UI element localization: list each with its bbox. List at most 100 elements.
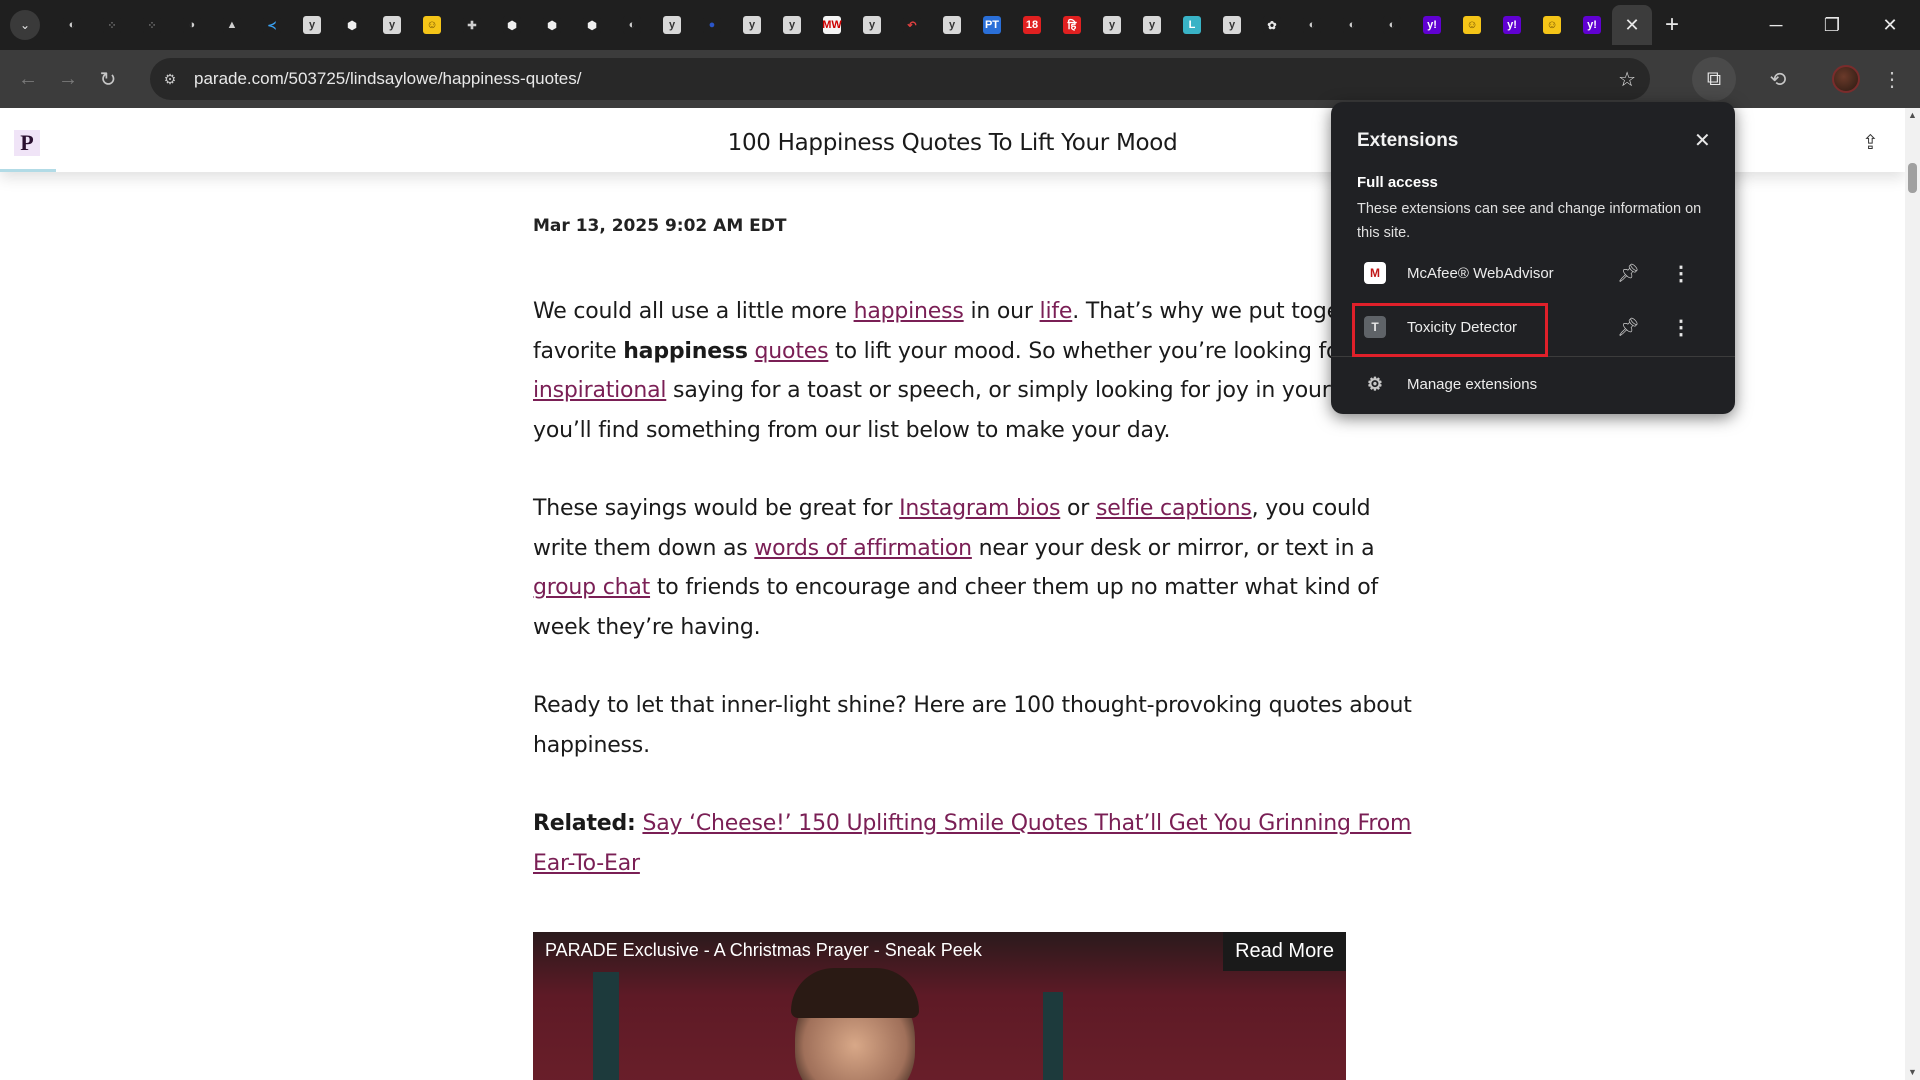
scroll-down-icon[interactable]: ▼ bbox=[1905, 1065, 1920, 1080]
manage-extensions-label[interactable]: Manage extensions bbox=[1407, 376, 1537, 393]
text: Ready to let that inner-light shine? Her… bbox=[533, 693, 1412, 718]
reload-button[interactable]: ↻ bbox=[88, 59, 128, 99]
back-button[interactable]: ← bbox=[8, 59, 48, 99]
video-player[interactable]: PARADE Exclusive - A Christmas Prayer - … bbox=[533, 932, 1346, 1080]
tab-y-tab-7[interactable]: y bbox=[932, 5, 972, 45]
tab-y-tab-8[interactable]: y bbox=[1092, 5, 1132, 45]
tab-dots-tab-2[interactable]: ⁘ bbox=[132, 5, 172, 45]
tab-pt-tab[interactable]: PT bbox=[972, 5, 1012, 45]
tab-y-tab-2[interactable]: y bbox=[372, 5, 412, 45]
tab-mw-tab[interactable]: MW bbox=[812, 5, 852, 45]
tab-18-tab[interactable]: 18 bbox=[1012, 5, 1052, 45]
forward-button[interactable]: → bbox=[48, 59, 88, 99]
tab-reply-tab[interactable]: ↶ bbox=[892, 5, 932, 45]
address-bar[interactable]: ⚙ parade.com/503725/lindsaylowe/happines… bbox=[150, 58, 1650, 100]
tab-cube-tab-3[interactable]: ⬢ bbox=[532, 5, 572, 45]
chevron-down-icon: ⌄ bbox=[19, 18, 31, 32]
inspirational-link[interactable]: inspirational bbox=[533, 378, 666, 403]
extension-row-mcafee[interactable]: M McAfee® WebAdvisor 📌︎ ⋮ bbox=[1331, 249, 1735, 297]
tab-dots-tab[interactable]: ⁘ bbox=[92, 5, 132, 45]
minimize-button[interactable]: ─ bbox=[1748, 0, 1804, 50]
tab-y-tab-6[interactable]: y bbox=[852, 5, 892, 45]
bookmark-star-icon[interactable]: ☆ bbox=[1618, 67, 1636, 92]
tab-vscode-tab[interactable]: ≺ bbox=[252, 5, 292, 45]
selfie-captions-link[interactable]: selfie captions bbox=[1096, 496, 1252, 521]
group-chat-link[interactable]: group chat bbox=[533, 575, 650, 600]
tab-yahoo-tab-3[interactable]: y! bbox=[1572, 5, 1612, 45]
article-paragraph-1: We could all use a little more happiness… bbox=[533, 292, 1405, 450]
tab-globe-tab-6[interactable]: ◐ bbox=[1372, 5, 1412, 45]
new-tab-button[interactable]: + bbox=[1652, 5, 1692, 45]
tab-y-tab-9[interactable]: y bbox=[1132, 5, 1172, 45]
tab-y-tab-10[interactable]: y bbox=[1212, 5, 1252, 45]
tab-hugging-tab-2[interactable]: ☺ bbox=[1452, 5, 1492, 45]
tab-cube-tab[interactable]: ⬢ bbox=[332, 5, 372, 45]
tab-openai-tab[interactable]: ✿ bbox=[1252, 5, 1292, 45]
close-icon[interactable]: ✕ bbox=[1694, 128, 1711, 153]
puzzle-tab-icon: ✚ bbox=[463, 16, 481, 34]
tab-globe-tab[interactable]: ◐ bbox=[52, 5, 92, 45]
url-text[interactable]: parade.com/503725/lindsaylowe/happiness-… bbox=[194, 69, 581, 89]
tab-hugging-tab[interactable]: ☺ bbox=[412, 5, 452, 45]
scroll-up-icon[interactable]: ▲ bbox=[1905, 108, 1920, 123]
video-background bbox=[1043, 992, 1063, 1080]
tab-search-button[interactable]: ⌄ bbox=[10, 10, 40, 40]
read-more-button[interactable]: Read More bbox=[1223, 932, 1346, 971]
window-close-button[interactable]: ✕ bbox=[1862, 0, 1918, 50]
tab-blue-circle-tab[interactable]: ● bbox=[692, 5, 732, 45]
pin-icon[interactable]: 📌︎ bbox=[1617, 317, 1640, 338]
tab-yahoo-tab[interactable]: y! bbox=[1412, 5, 1452, 45]
kebab-menu-icon[interactable]: ⋮ bbox=[1671, 315, 1691, 340]
tab-y-tab-4[interactable]: y bbox=[732, 5, 772, 45]
tab-hi-tab[interactable]: हि bbox=[1052, 5, 1092, 45]
tab-l-tab[interactable]: L bbox=[1172, 5, 1212, 45]
text bbox=[748, 339, 755, 364]
words-of-affirmation-link[interactable]: words of affirmation bbox=[754, 536, 972, 561]
restore-button[interactable]: ❐ bbox=[1804, 0, 1860, 50]
site-info-icon[interactable]: ⚙ bbox=[150, 71, 190, 88]
tab-y-tab-5[interactable]: y bbox=[772, 5, 812, 45]
tab-globe-tab-3[interactable]: ◐ bbox=[612, 5, 652, 45]
history-button[interactable]: ⟲ bbox=[1758, 59, 1798, 99]
instagram-bios-link[interactable]: Instagram bios bbox=[899, 496, 1060, 521]
text: saying for a toast or speech, or simply … bbox=[666, 378, 1383, 403]
tab-globe-tab-4[interactable]: ◐ bbox=[1292, 5, 1332, 45]
pin-icon[interactable]: 📌︎ bbox=[1617, 263, 1640, 284]
extension-name[interactable]: McAfee® WebAdvisor bbox=[1407, 265, 1554, 282]
tab-cube-tab-4[interactable]: ⬢ bbox=[572, 5, 612, 45]
page-scrollbar[interactable]: ▲ ▼ bbox=[1905, 108, 1920, 1080]
quotes-link[interactable]: quotes bbox=[755, 339, 829, 364]
blue-circle-tab-icon: ● bbox=[703, 16, 721, 34]
kebab-menu-icon[interactable]: ⋮ bbox=[1671, 261, 1691, 286]
happiness-link[interactable]: happiness bbox=[854, 299, 964, 324]
video-title[interactable]: PARADE Exclusive - A Christmas Prayer - … bbox=[545, 940, 982, 961]
gear-icon: ⚙ bbox=[1366, 373, 1384, 394]
profile-avatar[interactable] bbox=[1832, 65, 1860, 93]
share-icon[interactable]: ⇪ bbox=[1862, 130, 1879, 155]
tab-y-tab-3[interactable]: y bbox=[652, 5, 692, 45]
highlight-box bbox=[1352, 303, 1548, 357]
y-tab-8-icon: y bbox=[1103, 16, 1121, 34]
related-article-link[interactable]: Say ‘Cheese!’ 150 Uplifting Smile Quotes… bbox=[642, 811, 1411, 836]
tab-puzzle-tab[interactable]: ✚ bbox=[452, 5, 492, 45]
tab-y-tab[interactable]: y bbox=[292, 5, 332, 45]
life-link[interactable]: life bbox=[1040, 299, 1073, 324]
tab-list: ◐ ⁘ ⁘ ◑ ▲ ≺ y ⬢ y ☺ ✚ ⬢ ⬢ ⬢ ◐ y ● y y MW y ↶ y PT 18 हि y y Ly ✿ ◐ ◐ ◐ y!… bbox=[52, 0, 1612, 50]
full-access-heading: Full access bbox=[1357, 174, 1438, 191]
tab-cube-tab-2[interactable]: ⬢ bbox=[492, 5, 532, 45]
tab-drive-tab[interactable]: ▲ bbox=[212, 5, 252, 45]
tab-yahoo-tab-2[interactable]: y! bbox=[1492, 5, 1532, 45]
article-date: Mar 13, 2025 9:02 AM EDT bbox=[533, 216, 787, 236]
article-paragraph-3: Ready to let that inner-light shine? Her… bbox=[533, 686, 1412, 765]
related-article-link-cont[interactable]: Ear-To-Ear bbox=[533, 851, 640, 876]
browser-menu-button[interactable]: ⋮ bbox=[1872, 59, 1912, 99]
extensions-button[interactable]: ⧉ bbox=[1692, 57, 1736, 101]
yahoo-tab-3-icon: y! bbox=[1583, 16, 1601, 34]
tab-globe-tab-5[interactable]: ◐ bbox=[1332, 5, 1372, 45]
active-tab[interactable]: ✕ bbox=[1612, 5, 1652, 45]
manage-extensions-row[interactable]: ⚙ Manage extensions bbox=[1331, 360, 1735, 408]
scrollbar-thumb[interactable] bbox=[1908, 163, 1917, 193]
tab-globe-tab-2[interactable]: ◑ bbox=[172, 5, 212, 45]
close-icon[interactable]: ✕ bbox=[1624, 15, 1639, 36]
tab-hugging-tab-3[interactable]: ☺ bbox=[1532, 5, 1572, 45]
